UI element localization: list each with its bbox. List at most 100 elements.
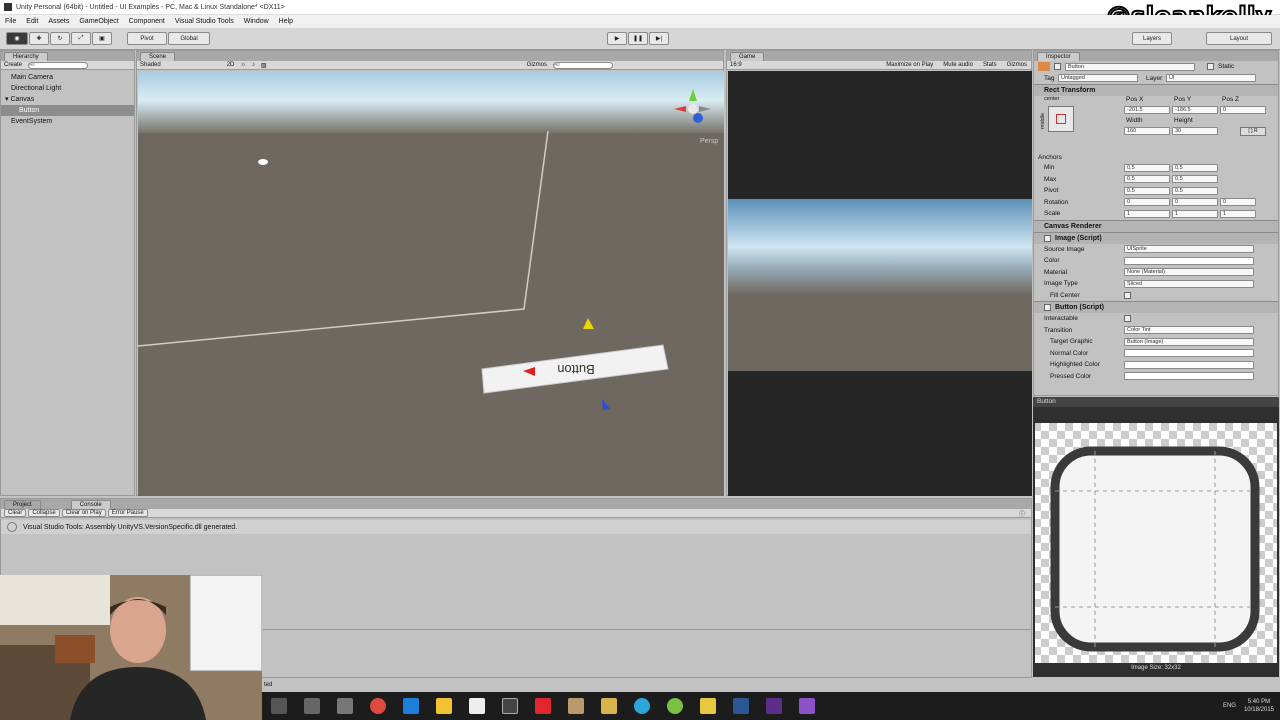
- hierarchy-search-input[interactable]: [28, 61, 89, 69]
- info-filter-icon[interactable]: ⓘ: [1019, 509, 1025, 518]
- lighting-toggle-icon[interactable]: ☼: [240, 62, 246, 68]
- scale-z-field[interactable]: 1: [1220, 209, 1256, 218]
- task-view-icon[interactable]: [303, 698, 320, 714]
- menu-visual-studio-tools[interactable]: Visual Studio Tools: [170, 18, 239, 25]
- scale-x-field[interactable]: 1: [1124, 209, 1170, 218]
- layer-dropdown[interactable]: UI: [1166, 74, 1256, 83]
- chrome-icon[interactable]: [369, 698, 386, 714]
- hand-tool-button[interactable]: ◉: [6, 32, 28, 45]
- error-pause-button[interactable]: Error Pause: [107, 509, 148, 517]
- pause-button[interactable]: ❚❚: [628, 32, 648, 45]
- windows-icon[interactable]: [270, 698, 287, 714]
- system-clock[interactable]: 5:40 PM 10/18/2015: [1244, 698, 1274, 714]
- edge-icon[interactable]: [402, 698, 419, 714]
- powerpoint-icon[interactable]: [765, 698, 782, 714]
- hierarchy-item-main-camera[interactable]: Main Camera: [1, 72, 134, 83]
- canvas-renderer-header[interactable]: Canvas Renderer: [1034, 219, 1278, 232]
- pos-z-field[interactable]: 0: [1220, 106, 1266, 114]
- layout-dropdown[interactable]: Layout: [1206, 32, 1272, 45]
- word-icon[interactable]: [732, 698, 749, 714]
- color-swatch[interactable]: [1124, 256, 1254, 265]
- tab-console[interactable]: Console: [70, 500, 111, 509]
- global-toggle[interactable]: Global: [168, 32, 210, 45]
- button-script-header[interactable]: Button (Script): [1034, 301, 1278, 313]
- audio-toggle-icon[interactable]: ♪: [252, 62, 255, 68]
- visual-studio-icon[interactable]: [699, 698, 716, 714]
- fill-center-checkbox[interactable]: [1124, 291, 1131, 299]
- shading-mode-dropdown[interactable]: Shaded: [140, 62, 161, 68]
- globe-icon[interactable]: [600, 698, 617, 714]
- rotation-y-field[interactable]: 0: [1172, 198, 1218, 207]
- vivaldi-icon[interactable]: [534, 698, 551, 714]
- hierarchy-item-directional-light[interactable]: Directional Light: [1, 83, 134, 94]
- rect-tool-button[interactable]: ▣: [92, 32, 112, 45]
- stats-toggle[interactable]: Stats: [983, 62, 997, 68]
- transition-dropdown[interactable]: Color Tint: [1124, 326, 1254, 335]
- scene-search-input[interactable]: [553, 61, 613, 69]
- unity-icon[interactable]: [501, 698, 518, 714]
- menu-file[interactable]: File: [0, 18, 21, 25]
- raw-edit-button[interactable]: [ ] R: [1240, 127, 1266, 136]
- image-enabled-checkbox[interactable]: [1044, 234, 1051, 242]
- menu-gameobject[interactable]: GameObject: [74, 18, 123, 25]
- rotation-x-field[interactable]: 0: [1124, 198, 1170, 207]
- button-enabled-checkbox[interactable]: [1044, 304, 1051, 311]
- gizmos-dropdown[interactable]: Gizmos: [527, 62, 547, 68]
- game-gizmos-toggle[interactable]: Gizmos: [1007, 62, 1027, 68]
- file-explorer-icon[interactable]: [435, 698, 452, 714]
- interactable-checkbox[interactable]: [1124, 315, 1131, 323]
- game-viewport[interactable]: [728, 71, 1032, 496]
- menu-help[interactable]: Help: [274, 18, 298, 25]
- highlighted-color-swatch[interactable]: [1124, 360, 1254, 369]
- 2d-toggle[interactable]: 2D: [227, 62, 235, 68]
- pivot-toggle[interactable]: Pivot: [127, 32, 167, 45]
- width-field[interactable]: 160: [1124, 127, 1170, 135]
- tab-project[interactable]: Project: [4, 500, 41, 509]
- scale-y-field[interactable]: 1: [1172, 209, 1218, 218]
- image-type-dropdown[interactable]: Sliced: [1124, 279, 1254, 288]
- clear-on-play-button[interactable]: Clear on Play: [61, 509, 106, 517]
- menu-window[interactable]: Window: [239, 18, 274, 25]
- source-image-field[interactable]: UISprite: [1124, 245, 1254, 254]
- mute-audio-toggle[interactable]: Mute audio: [943, 62, 973, 68]
- menu-edit[interactable]: Edit: [21, 18, 43, 25]
- collapse-button[interactable]: Collapse: [28, 509, 60, 517]
- pos-x-field[interactable]: -201.5: [1124, 106, 1170, 114]
- language-indicator[interactable]: ENG: [1223, 703, 1236, 709]
- rect-transform-header[interactable]: Rect Transform: [1034, 84, 1278, 96]
- max-y-field[interactable]: 0.5: [1172, 175, 1218, 184]
- pos-y-field[interactable]: -186.5: [1172, 106, 1218, 114]
- step-button[interactable]: ▶|: [649, 32, 669, 45]
- material-field[interactable]: None (Material): [1124, 268, 1254, 277]
- aspect-dropdown[interactable]: 16:9: [730, 62, 742, 68]
- target-graphic-field[interactable]: Button (Image): [1124, 337, 1254, 346]
- store-icon[interactable]: [468, 698, 485, 714]
- menu-assets[interactable]: Assets: [43, 18, 74, 25]
- tab-game[interactable]: Game: [730, 52, 765, 61]
- min-x-field[interactable]: 0.5: [1124, 163, 1170, 172]
- app-icon[interactable]: [633, 698, 650, 714]
- scene-viewport[interactable]: Button Persp: [138, 71, 724, 496]
- anchor-preset-button[interactable]: [1048, 106, 1074, 132]
- scale-tool-button[interactable]: ⤢: [71, 32, 91, 45]
- tab-inspector[interactable]: Inspector: [1037, 52, 1080, 61]
- max-x-field[interactable]: 0.5: [1124, 175, 1170, 184]
- tab-scene[interactable]: Scene: [140, 52, 176, 61]
- scene-canvas[interactable]: Button Persp: [138, 71, 724, 496]
- min-y-field[interactable]: 0.5: [1172, 163, 1218, 172]
- notepad-icon[interactable]: [567, 698, 584, 714]
- create-dropdown[interactable]: Create: [4, 62, 22, 68]
- hierarchy-item-button[interactable]: Button: [1, 105, 134, 116]
- pressed-color-swatch[interactable]: [1124, 372, 1254, 381]
- effects-toggle-icon[interactable]: ▨: [261, 62, 267, 69]
- menu-component[interactable]: Component: [124, 18, 170, 25]
- rotate-tool-button[interactable]: ↻: [50, 32, 70, 45]
- tab-hierarchy[interactable]: Hierarchy: [4, 52, 48, 61]
- premiere-icon[interactable]: [666, 698, 683, 714]
- rotation-z-field[interactable]: 0: [1220, 198, 1256, 207]
- static-checkbox[interactable]: [1207, 63, 1214, 71]
- normal-color-swatch[interactable]: [1124, 349, 1254, 358]
- pivot-x-field[interactable]: 0.5: [1124, 186, 1170, 195]
- pivot-y-field[interactable]: 0.5: [1172, 186, 1218, 195]
- anchors-foldout[interactable]: Anchors: [1038, 154, 1062, 161]
